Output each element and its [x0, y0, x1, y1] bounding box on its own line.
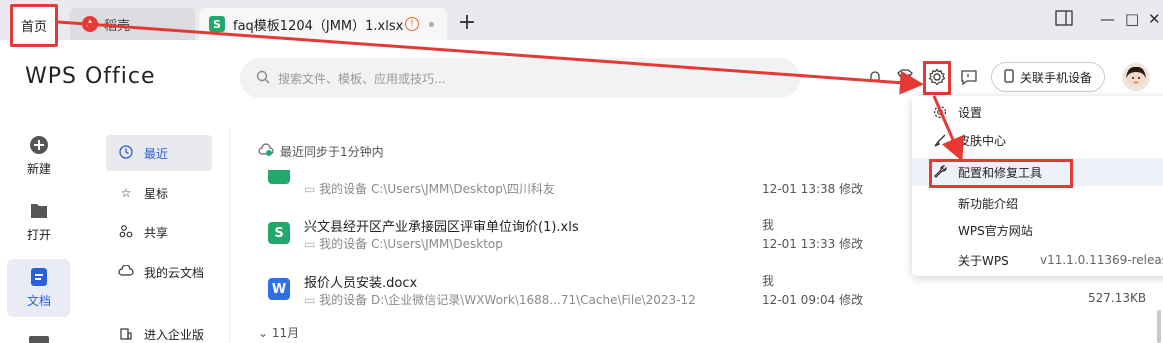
annotation-arrows	[57, 20, 964, 162]
wps-home-screen: { "tabs": [ {"label": "首页"}, {"label": "…	[0, 0, 1163, 343]
arrow-settings-to-repair	[932, 95, 964, 162]
arrow-home-to-settings	[57, 20, 924, 95]
